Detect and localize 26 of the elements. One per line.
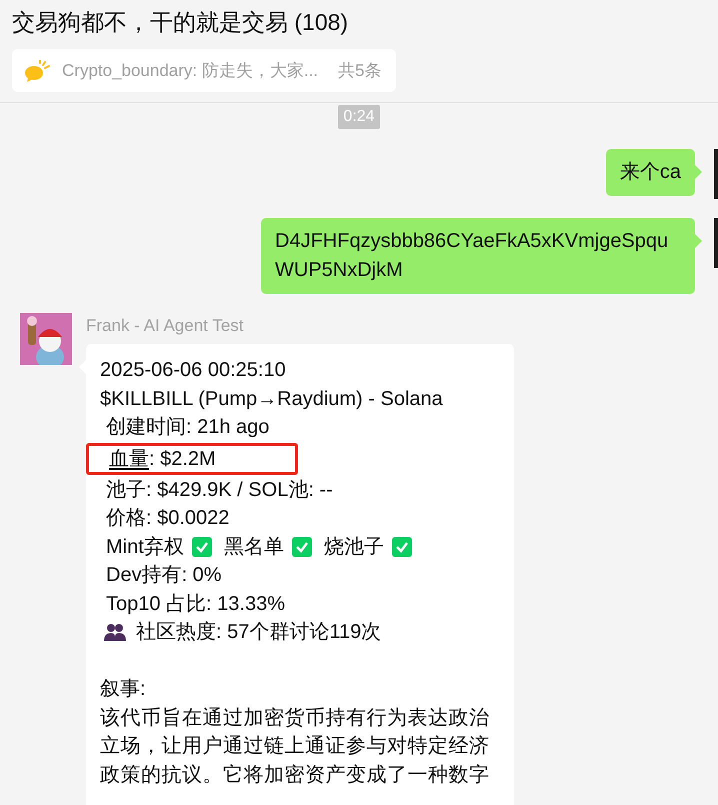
message-bubble: 来个ca: [606, 149, 695, 196]
check-label: Mint弃权: [106, 534, 184, 560]
bubble-tail: [695, 165, 702, 179]
check-label: 黑名单: [224, 534, 284, 560]
message-line: 池子: $429.9K / SOL池: --: [106, 478, 333, 502]
message-line: 价格: $0.0022: [106, 506, 230, 531]
chat-title: 交易狗都不，干的就是交易 (108): [12, 8, 350, 37]
message-line: Top10 占比: 13.33%: [106, 592, 285, 616]
message-paragraph: 该代币旨在通过加密货币持有行为表达政治立场，让用户通过链上通证参与对特定经济政策的抗议。它将加密资产变成了一种数字: [100, 706, 490, 788]
check-label: 烧池子: [324, 534, 384, 560]
timestamp: 0:24: [338, 105, 380, 129]
people-icon: [104, 623, 126, 642]
pinned-message-text: Crypto_boundary: 防走失，大家...: [62, 60, 318, 82]
sender-name: Frank - AI Agent Test: [86, 316, 244, 336]
message-line: 叙事:: [100, 677, 146, 702]
message-line: 创建时间: 21h ago: [106, 415, 270, 440]
message-line: 血量: $2.2M: [109, 448, 216, 470]
message-line: 2025-06-06 00:25:10: [100, 358, 286, 383]
message-bubble: D4JFHFqzysbbb86CYaeFkA5xKVmjgeSpquWUP5NxDjkM: [261, 218, 695, 294]
message-count: 共5条: [338, 60, 382, 82]
bubble-tail: [695, 234, 702, 248]
pinned-notice[interactable]: Crypto_boundary: 防走失，大家... 共5条: [12, 49, 396, 92]
chat-bubble-icon: [24, 60, 50, 82]
message-line: 社区热度: 57个群讨论119次: [136, 620, 382, 645]
message-line: $KILLBILL (Pump→Raydium) - Solana: [100, 386, 443, 412]
message-line: Dev持有: 0%: [106, 563, 222, 588]
